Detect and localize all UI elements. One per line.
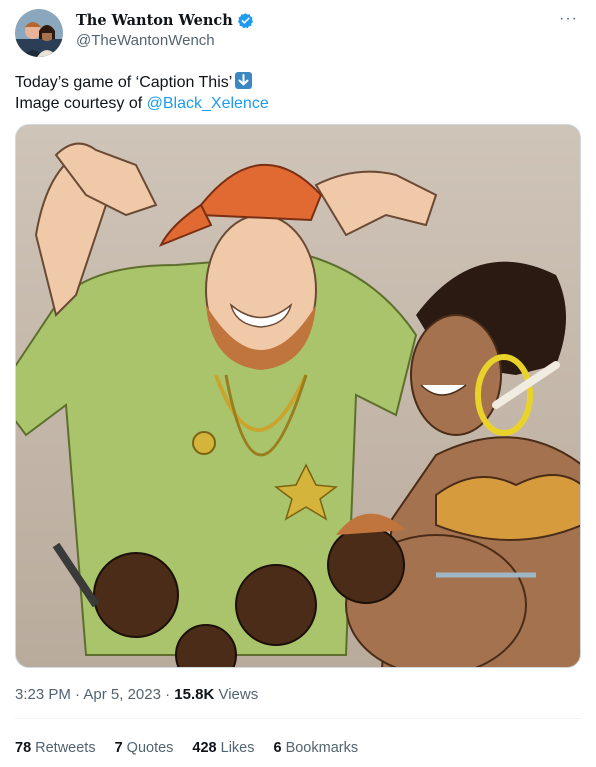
tweet-text-content: Today’s game of ‘Caption This’: [15, 74, 233, 91]
divider: [15, 718, 581, 719]
likes-count: 428: [192, 740, 217, 756]
mention-link[interactable]: @Black_Xelence: [147, 95, 269, 112]
tweet-time[interactable]: 3:23 PM: [15, 686, 71, 703]
stat-quotes[interactable]: 7 Quotes: [115, 740, 174, 756]
quotes-label: Quotes: [126, 740, 174, 756]
tweet-meta: 3:23 PM · Apr 5, 2023 · 15.8K Views: [15, 686, 258, 703]
engagement-stats: 78 Retweets 7 Quotes 428 Likes 6 Bookmarks: [15, 740, 377, 756]
stat-retweets[interactable]: 78 Retweets: [15, 740, 96, 756]
views-label: Views: [214, 686, 259, 703]
retweets-label: Retweets: [35, 740, 96, 756]
retweets-count: 78: [15, 740, 32, 756]
image-credit-prefix: Image courtesy of: [15, 95, 147, 112]
meta-separator-2: ·: [160, 686, 175, 703]
down-arrow-emoji-icon: [235, 72, 253, 89]
bookmarks-count: 6: [273, 740, 282, 756]
avatar[interactable]: [15, 9, 63, 57]
name-row: The Wanton Wench: [76, 12, 254, 29]
quotes-count: 7: [114, 740, 123, 756]
views-count: 15.8K: [174, 686, 215, 703]
tweet-card: The Wanton Wench @TheWantonWench ··· Tod…: [0, 0, 596, 767]
tweet-date[interactable]: Apr 5, 2023: [83, 686, 161, 703]
tweet-text: Today’s game of ‘Caption This’ Image cou…: [15, 72, 269, 114]
tweet-text-line-1: Today’s game of ‘Caption This’: [15, 72, 269, 93]
more-options-icon[interactable]: ···: [559, 10, 578, 28]
likes-label: Likes: [220, 740, 255, 756]
tweet-image[interactable]: [15, 124, 581, 668]
meta-separator: ·: [70, 686, 84, 703]
stat-likes[interactable]: 428 Likes: [192, 740, 254, 756]
stat-bookmarks[interactable]: 6 Bookmarks: [273, 740, 358, 756]
display-name[interactable]: The Wanton Wench: [76, 12, 233, 29]
verified-badge-icon: [237, 12, 254, 29]
user-handle[interactable]: @TheWantonWench: [76, 32, 215, 49]
tweet-text-line-2: Image courtesy of @Black_Xelence: [15, 93, 269, 114]
bookmarks-label: Bookmarks: [285, 740, 359, 756]
